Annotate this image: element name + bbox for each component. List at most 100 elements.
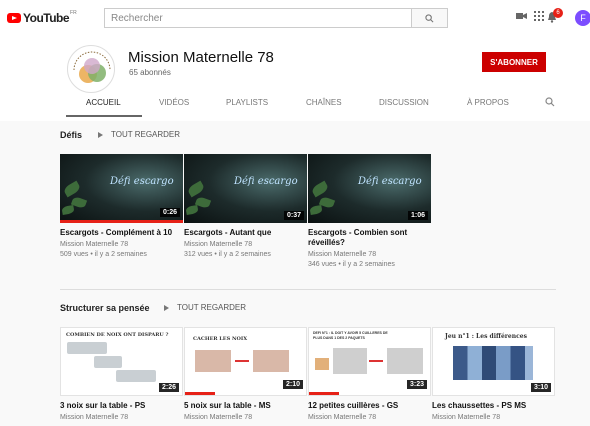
thumbnail-text: Défi escargo	[234, 176, 298, 187]
video-duration: 3:23	[406, 380, 427, 389]
thumbnail-text: DEFI N°1 : IL DOIT Y AVOIR 5 CUILLERES D…	[313, 331, 388, 340]
channel-logo-icon	[73, 51, 111, 83]
video-channel[interactable]: Mission Maternelle 78	[184, 413, 307, 423]
video-thumbnail[interactable]: COMBIEN DE NOIX ONT DISPARU ? 2:26	[60, 327, 183, 396]
channel-header: Mission Maternelle 78 65 abonnés S'ABONN…	[0, 36, 590, 121]
leaf-decoration	[186, 180, 206, 198]
tab-chaines[interactable]: CHAÎNES	[306, 98, 342, 107]
video-card[interactable]: Défi escargo 1:06 Escargots - Combien so…	[308, 154, 431, 270]
video-title[interactable]: 12 petites cuillères - GS	[308, 401, 431, 411]
section-title: Défis	[60, 130, 83, 140]
channel-tabs: ACCUEIL VIDÉOS PLAYLISTS CHAÎNES DISCUSS…	[0, 91, 590, 117]
video-duration: 3:10	[530, 383, 551, 392]
play-icon	[98, 131, 103, 138]
video-duration: 2:10	[282, 380, 303, 389]
section-structurer: Structurer sa pensée TOUT REGARDER COMBI…	[0, 290, 590, 426]
channel-search-icon[interactable]	[545, 97, 555, 107]
video-title[interactable]: 3 noix sur la table - PS	[60, 401, 183, 411]
leaf-decoration	[310, 180, 330, 198]
leaf-decoration	[309, 205, 323, 215]
watch-progress-bar	[60, 220, 183, 223]
video-thumbnail[interactable]: Défi escargo 0:37	[184, 154, 307, 223]
channel-name[interactable]: Mission Maternelle 78	[128, 49, 274, 66]
thumbnail-image	[253, 350, 289, 372]
thumbnail-text: Défi escargo	[110, 176, 174, 187]
video-title[interactable]: 5 noix sur la table - MS	[184, 401, 307, 411]
video-duration: 0:37	[283, 211, 304, 220]
video-camera-icon[interactable]	[516, 11, 527, 21]
thumbnail-text: Jeu n°1 : Les différences	[445, 333, 527, 340]
video-card[interactable]: CACHER LES NOIX 2:10 5 noix sur la table…	[184, 327, 307, 423]
active-tab-indicator	[66, 115, 142, 117]
video-title[interactable]: Les chaussettes - PS MS	[432, 401, 555, 411]
section-defis: Défis TOUT REGARDER Défi escargo 0:26 Es…	[0, 121, 590, 289]
thumbnail-image	[195, 350, 231, 372]
video-duration: 0:26	[159, 208, 180, 217]
watch-progress-bar	[309, 392, 340, 395]
search-input[interactable]: Rechercher	[104, 8, 411, 28]
video-thumbnail[interactable]: DEFI N°1 : IL DOIT Y AVOIR 5 CUILLERES D…	[308, 327, 431, 396]
video-channel[interactable]: Mission Maternelle 78	[184, 240, 307, 250]
video-card[interactable]: Jeu n°1 : Les différences 3:10 Les chaus…	[432, 327, 555, 423]
tab-discussion[interactable]: DISCUSSION	[379, 98, 429, 107]
video-title[interactable]: Escargots - Combien sont réveillés?	[308, 228, 431, 248]
video-channel[interactable]: Mission Maternelle 78	[60, 240, 183, 250]
thumbnail-text: Défi escargo	[358, 176, 422, 187]
logo-region: FR	[70, 10, 77, 16]
thumbnail-image	[453, 346, 533, 380]
video-title[interactable]: Escargots - Autant que	[184, 228, 307, 238]
tab-accueil[interactable]: ACCUEIL	[86, 98, 121, 107]
video-card[interactable]: Défi escargo 0:37 Escargots - Autant que…	[184, 154, 307, 260]
search-bar: Rechercher	[104, 8, 448, 28]
play-all-label: TOUT REGARDER	[177, 303, 247, 312]
play-all-button[interactable]: TOUT REGARDER	[164, 303, 246, 312]
thumbnail-image	[387, 348, 423, 374]
tab-videos[interactable]: VIDÉOS	[159, 98, 189, 107]
tab-a-propos[interactable]: À PROPOS	[467, 98, 509, 107]
video-thumbnail[interactable]: Défi escargo 1:06	[308, 154, 431, 223]
play-all-label: TOUT REGARDER	[111, 130, 181, 139]
arrow-decoration	[369, 360, 383, 362]
video-card[interactable]: DEFI N°1 : IL DOIT Y AVOIR 5 CUILLERES D…	[308, 327, 431, 423]
watch-progress-bar	[185, 392, 216, 395]
video-card[interactable]: Défi escargo 0:26 Escargots - Complément…	[60, 154, 183, 260]
video-channel[interactable]: Mission Maternelle 78	[432, 413, 555, 423]
account-avatar[interactable]: F	[575, 10, 590, 26]
video-card[interactable]: COMBIEN DE NOIX ONT DISPARU ? 2:26 3 noi…	[60, 327, 183, 423]
arrow-decoration	[235, 360, 249, 362]
play-icon	[164, 304, 169, 311]
video-channel[interactable]: Mission Maternelle 78	[308, 250, 431, 260]
search-button[interactable]	[411, 8, 448, 28]
video-thumbnail[interactable]: Défi escargo 0:26	[60, 154, 183, 223]
thumbnail-image	[333, 348, 367, 374]
section-title: Structurer sa pensée	[60, 303, 150, 313]
logo-wordmark: YouTube	[23, 11, 70, 25]
notification-badge: 6	[553, 8, 563, 18]
thumbnail-image	[67, 342, 107, 354]
thumbnail-text: CACHER LES NOIX	[193, 336, 248, 342]
subscriber-count: 65 abonnés	[129, 68, 171, 77]
video-channel[interactable]: Mission Maternelle 78	[308, 413, 431, 423]
video-meta: 346 vues • il y a 2 semaines	[308, 261, 395, 268]
video-thumbnail[interactable]: CACHER LES NOIX 2:10	[184, 327, 307, 396]
leaf-decoration	[62, 180, 82, 198]
subscribe-button[interactable]: S'ABONNER	[482, 52, 546, 72]
thumbnail-image	[315, 358, 329, 370]
thumbnail-image	[116, 370, 156, 382]
video-duration: 2:26	[158, 383, 179, 392]
youtube-play-icon	[7, 13, 21, 23]
play-all-button[interactable]: TOUT REGARDER	[98, 130, 180, 139]
video-channel[interactable]: Mission Maternelle 78	[60, 413, 183, 423]
youtube-logo[interactable]: YouTube FR	[7, 10, 77, 25]
video-duration: 1:06	[407, 211, 428, 220]
apps-grid-icon[interactable]	[534, 11, 544, 21]
video-title[interactable]: Escargots - Complément à 10	[60, 228, 183, 238]
leaf-decoration	[61, 205, 75, 215]
tab-playlists[interactable]: PLAYLISTS	[226, 98, 268, 107]
video-thumbnail[interactable]: Jeu n°1 : Les différences 3:10	[432, 327, 555, 396]
leaf-decoration	[185, 205, 199, 215]
channel-avatar[interactable]	[67, 45, 115, 93]
video-meta: 312 vues • il y a 2 semaines	[184, 251, 271, 258]
search-icon	[425, 13, 434, 22]
video-meta: 509 vues • il y a 2 semaines	[60, 251, 147, 258]
